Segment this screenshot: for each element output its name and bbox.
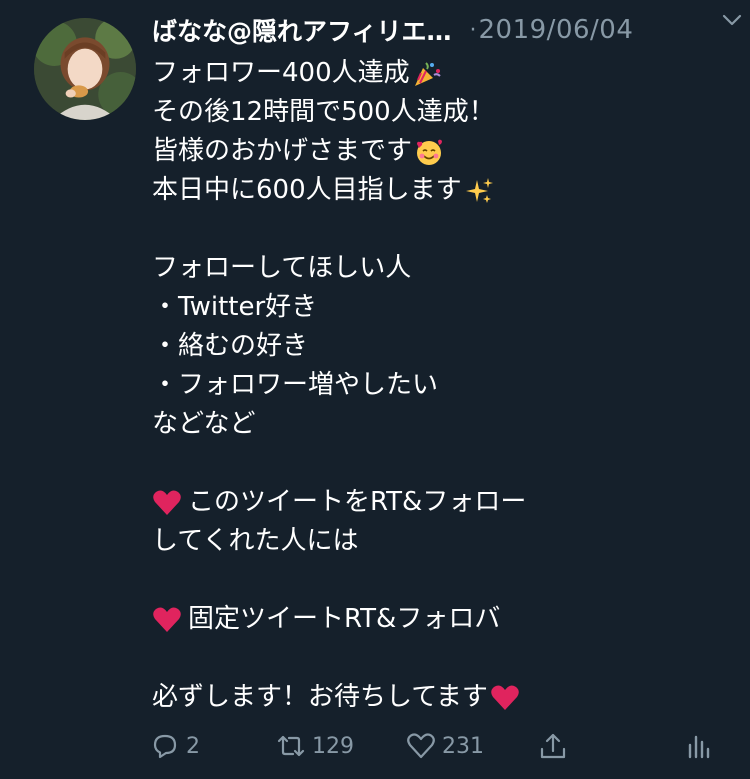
analytics-icon xyxy=(688,735,710,759)
avatar[interactable] xyxy=(34,18,136,120)
reply-button[interactable]: 2 xyxy=(150,726,200,766)
heart-icon xyxy=(407,733,435,759)
tweet-line: ・Twitter好き xyxy=(152,292,318,322)
tweet-line: ・フォロワー増やしたい xyxy=(152,370,439,400)
tweet-line: してくれた人には xyxy=(152,526,359,556)
retweet-icon xyxy=(277,735,305,757)
tweet-actions: 2 129 231 xyxy=(150,726,720,766)
tweet-text: フォロワー400人達成 その後12時間で500人達成！ 皆様のおかげさまです 本… xyxy=(152,54,712,717)
like-count: 231 xyxy=(442,733,484,759)
avatar-image xyxy=(34,18,136,120)
tweet-line: などなど xyxy=(152,409,256,439)
share-icon xyxy=(540,733,566,759)
chevron-down-icon[interactable] xyxy=(720,8,744,32)
red-heart-icon xyxy=(153,607,181,632)
timestamp[interactable]: 2019/06/04 xyxy=(479,15,634,45)
tweet-line: 固定ツイートRT&フォロバ xyxy=(152,600,712,639)
display-name[interactable]: ばなな@隠れアフィリエ… xyxy=(152,12,452,48)
like-button[interactable]: 231 xyxy=(406,726,484,766)
reply-count: 2 xyxy=(186,733,200,759)
tweet-line: フォロワー400人達成 xyxy=(152,54,712,93)
tweet-line: 必ずします！お待ちしてます xyxy=(152,678,712,717)
tweet-line: その後12時間で500人達成！ xyxy=(152,97,495,127)
tweet: ばなな@隠れアフィリエ… · 2019/06/04 フォロワー400人達成 その… xyxy=(0,0,750,779)
tweet-line: ・絡むの好き xyxy=(152,331,309,361)
party-popper-icon xyxy=(414,61,441,86)
reply-icon xyxy=(153,734,177,759)
red-heart-icon xyxy=(153,490,181,515)
tweet-line: このツイートをRT&フォロー xyxy=(152,483,712,522)
sparkles-icon xyxy=(465,177,493,203)
retweet-count: 129 xyxy=(312,733,354,759)
analytics-button[interactable] xyxy=(684,726,714,766)
tweet-line: フォローしてほしい人 xyxy=(152,253,412,283)
tweet-line: 皆様のおかげさまです xyxy=(152,132,712,171)
red-heart-icon xyxy=(491,685,519,710)
retweet-button[interactable]: 129 xyxy=(276,726,354,766)
tweet-line: 本日中に600人目指します xyxy=(152,171,712,210)
smiling-face-with-hearts-icon xyxy=(417,139,443,165)
tweet-header: ばなな@隠れアフィリエ… · 2019/06/04 xyxy=(152,10,726,50)
share-button[interactable] xyxy=(538,726,568,766)
separator-dot: · xyxy=(469,17,477,43)
